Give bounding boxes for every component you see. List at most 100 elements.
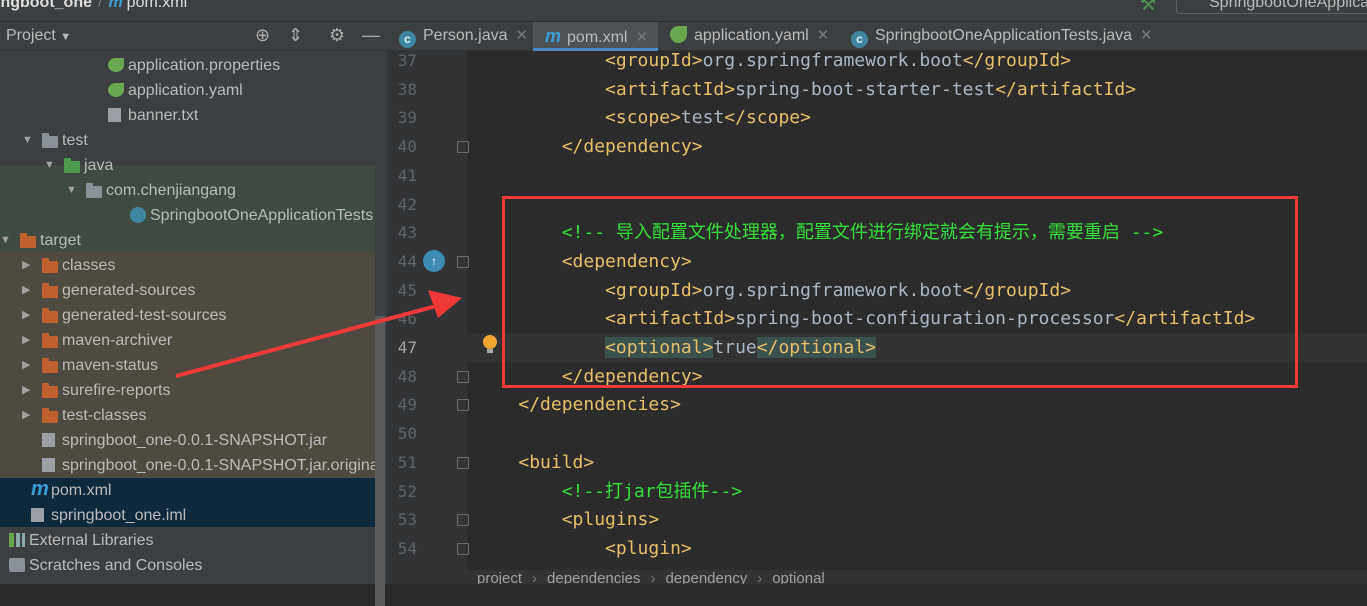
fold-marker-icon[interactable] xyxy=(457,399,469,412)
collapse-all-icon[interactable]: ⇕ xyxy=(288,25,303,46)
tree-item[interactable]: ▶ maven-archiver xyxy=(0,328,375,353)
tree-item[interactable]: ▶ test-classes xyxy=(0,403,375,428)
gear-icon[interactable]: ⚙ xyxy=(329,25,345,46)
fold-marker-icon[interactable] xyxy=(457,255,469,268)
sidebar-scrollbar[interactable] xyxy=(375,316,385,606)
line-number: 49 xyxy=(397,395,417,415)
line-number: 48 xyxy=(397,366,417,386)
fold-marker-icon[interactable] xyxy=(457,514,469,527)
tab-label: application.yaml xyxy=(694,27,809,44)
tree-item-label: surefire-reports xyxy=(62,382,171,399)
line-number: 40 xyxy=(397,137,417,157)
spring-config-icon xyxy=(108,83,124,97)
line-number: 47 xyxy=(397,338,417,357)
fold-marker-icon[interactable] xyxy=(457,542,469,555)
tree-item[interactable]: springboot_one-0.0.1-SNAPSHOT.jar.origin… xyxy=(0,453,375,478)
close-tab-icon[interactable]: ✕ xyxy=(516,27,529,44)
line-number: 46 xyxy=(397,309,417,329)
chevron-right-icon[interactable]: ▶ xyxy=(22,378,30,403)
fold-marker-icon[interactable] xyxy=(457,456,469,469)
excluded-folder-icon xyxy=(20,233,36,248)
unknown-file-icon xyxy=(42,458,55,472)
maven-icon: m xyxy=(545,26,562,46)
tree-item[interactable]: m pom.xml xyxy=(0,478,375,503)
chevron-down-icon[interactable]: ▼ xyxy=(22,128,33,153)
tree-item-label: Scratches and Consoles xyxy=(29,557,203,574)
title-bar: ingboot_one / m pom.xml ⚒ SpringbootOneAppl… xyxy=(0,0,1367,22)
java-class-icon: c xyxy=(399,31,416,48)
code-line: <scope>test</scope> xyxy=(605,107,811,129)
breadcrumb-optional[interactable]: optional xyxy=(772,570,825,584)
close-tab-icon[interactable]: ✕ xyxy=(635,29,648,46)
tree-item[interactable]: banner.txt xyxy=(0,103,375,128)
tree-item[interactable]: ▶ maven-status xyxy=(0,353,375,378)
locate-icon[interactable]: ⊕ xyxy=(255,25,270,46)
tree-item[interactable]: ▼ test xyxy=(0,128,375,153)
tree-item-label: target xyxy=(40,232,81,249)
breadcrumb-dependency[interactable]: dependency xyxy=(665,570,747,584)
tree-item[interactable]: ▼ target xyxy=(0,228,375,253)
code-line: <groupId>org.springframework.boot</group… xyxy=(605,50,1072,71)
excluded-folder-icon xyxy=(42,333,58,348)
line-number: 51 xyxy=(397,452,417,472)
overrides-gutter-icon[interactable]: ↑ xyxy=(423,250,445,272)
chevron-down-icon: ▼ xyxy=(60,31,72,43)
tab-label: pom.xml xyxy=(567,29,628,46)
maven-icon: m xyxy=(31,478,49,500)
tree-item[interactable]: springboot_one.iml xyxy=(0,503,375,528)
tree-item-label: com.chenjiangang xyxy=(106,182,236,199)
line-number: 45 xyxy=(397,280,417,300)
tree-item[interactable]: ▶ surefire-reports xyxy=(0,378,375,403)
tree-item[interactable]: ▼ java xyxy=(0,153,375,178)
navigation-bar: ingboot_one / m pom.xml xyxy=(0,0,187,12)
line-number: 41 xyxy=(397,165,417,185)
iml-file-icon xyxy=(31,508,44,522)
minimize-icon[interactable]: — xyxy=(362,25,380,46)
breadcrumb-dependencies[interactable]: dependencies xyxy=(547,570,640,584)
spring-config-icon xyxy=(108,58,124,72)
tree-item[interactable]: Scratches and Consoles xyxy=(0,553,375,578)
excluded-folder-icon xyxy=(42,283,58,298)
tree-item[interactable]: SpringbootOneApplicationTests xyxy=(0,203,375,228)
chevron-down-icon[interactable]: ▼ xyxy=(0,228,11,253)
run-configuration-select[interactable]: SpringbootOneApplicationTests xyxy=(1176,0,1367,14)
close-tab-icon[interactable]: ✕ xyxy=(817,27,830,44)
chevron-right-icon[interactable]: ▶ xyxy=(22,278,30,303)
tree-item[interactable]: ▶ classes xyxy=(0,253,375,278)
tree-item[interactable]: application.yaml xyxy=(0,78,375,103)
jar-icon xyxy=(42,433,55,447)
chevron-right-icon[interactable]: ▶ xyxy=(22,253,30,278)
tree-item-label: maven-archiver xyxy=(62,332,173,349)
chevron-right-icon[interactable]: ▶ xyxy=(22,403,30,428)
scratches-icon xyxy=(9,558,25,572)
file-crumb[interactable]: pom.xml xyxy=(127,0,187,11)
chevron-down-icon[interactable]: ▼ xyxy=(66,178,77,203)
tree-item[interactable]: ▼ com.chenjiangang xyxy=(0,178,375,203)
close-tab-icon[interactable]: ✕ xyxy=(1140,27,1153,44)
code-line: </dependencies> xyxy=(518,394,681,416)
chevron-right-icon[interactable]: ▶ xyxy=(22,328,30,353)
build-hammer-icon[interactable]: ⚒ xyxy=(1140,0,1156,15)
chevron-right-icon[interactable]: ▶ xyxy=(22,353,30,378)
tree-item-label: springboot_one-0.0.1-SNAPSHOT.jar.origin… xyxy=(62,457,375,474)
tree-item[interactable]: application.properties xyxy=(0,53,375,78)
project-panel-header: Project ▼ ⊕ ⇕ ⚙ — xyxy=(0,22,387,51)
tree-item[interactable]: External Libraries xyxy=(0,528,375,553)
tree-item[interactable]: ▶ generated-test-sources xyxy=(0,303,375,328)
chevron-down-icon[interactable]: ▼ xyxy=(44,153,55,178)
run-config-label: SpringbootOneApplicationTests xyxy=(1209,0,1367,11)
tree-item-label: pom.xml xyxy=(51,482,112,499)
excluded-folder-icon xyxy=(42,408,58,423)
fold-marker-icon[interactable] xyxy=(457,370,469,383)
project-view-dropdown[interactable]: Project ▼ xyxy=(6,27,71,45)
breadcrumb-project[interactable]: project xyxy=(477,570,522,584)
chevron-right-icon[interactable]: ▶ xyxy=(22,303,30,328)
tree-item[interactable]: springboot_one-0.0.1-SNAPSHOT.jar xyxy=(0,428,375,453)
tree-item[interactable]: ▶ generated-sources xyxy=(0,278,375,303)
lightbulb-icon[interactable] xyxy=(483,335,497,353)
breadcrumb-separator-icon: › xyxy=(650,570,656,584)
line-number: 37 xyxy=(397,51,417,70)
fold-marker-icon[interactable] xyxy=(457,141,469,154)
breadcrumb-separator-icon: › xyxy=(532,570,538,584)
project-crumb[interactable]: ingboot_one xyxy=(0,0,92,11)
